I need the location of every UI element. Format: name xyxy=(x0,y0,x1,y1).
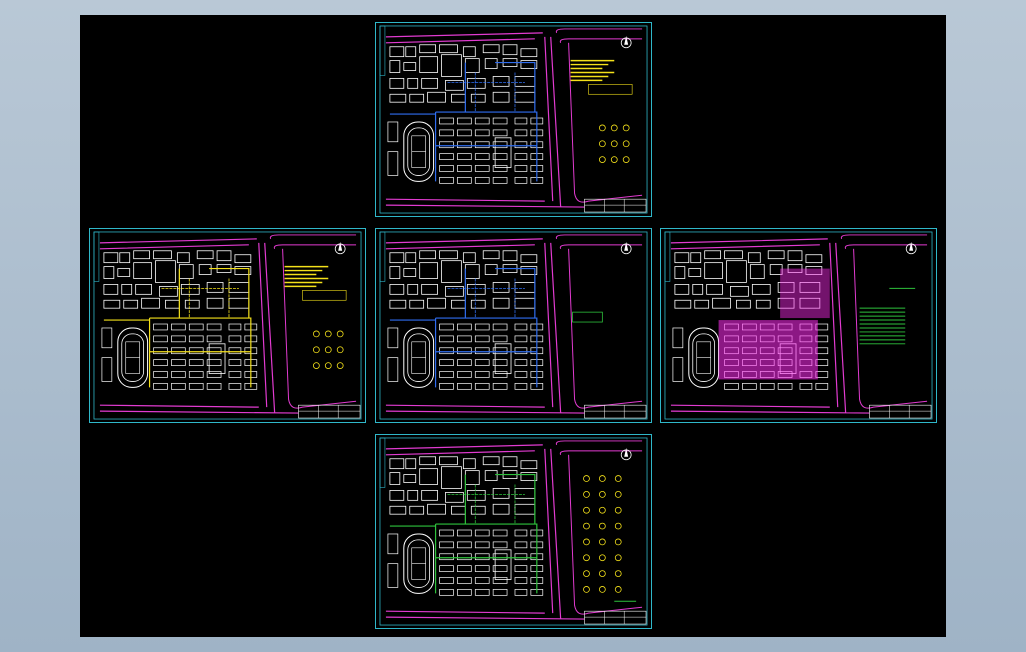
sheet-drawing xyxy=(93,231,362,420)
drawing-sheet-right[interactable] xyxy=(660,228,937,423)
sheet-drawing xyxy=(379,437,648,626)
drawing-sheet-left[interactable] xyxy=(89,228,366,423)
drawing-sheet-center[interactable] xyxy=(375,228,652,423)
sheet-drawing xyxy=(664,231,933,420)
sheet-drawing xyxy=(379,231,648,420)
drawing-viewport[interactable] xyxy=(80,15,946,637)
drawing-sheet-bottom[interactable] xyxy=(375,434,652,629)
drawing-sheet-top[interactable] xyxy=(375,22,652,217)
sheet-drawing xyxy=(379,25,648,214)
